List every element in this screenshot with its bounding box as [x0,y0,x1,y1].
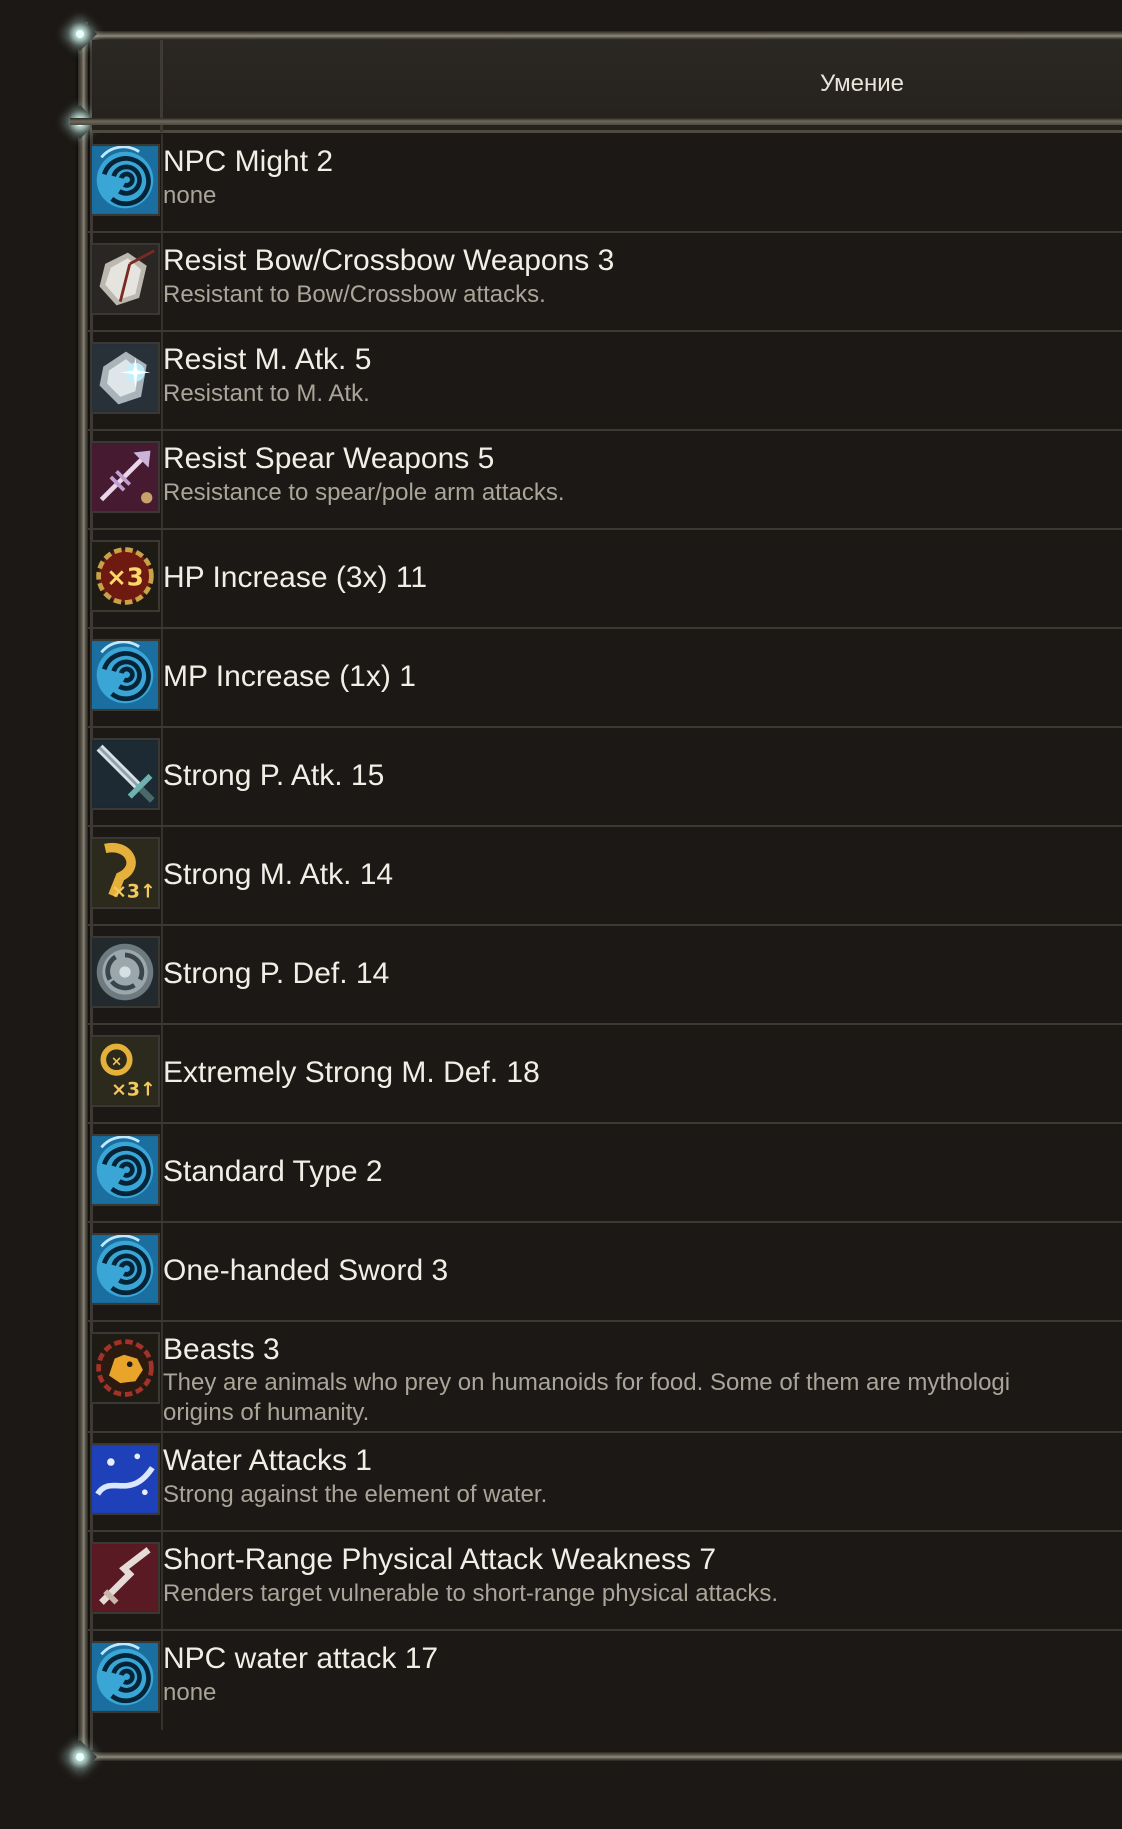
skill-name: Standard Type 2 [163,1155,383,1188]
skill-description: none [163,1679,217,1706]
skill-description: Resistance to spear/pole arm attacks. [163,479,565,506]
gold-x3-up-icon: ×3↑ [90,837,160,909]
skill-description: They are animals who prey on humanoids f… [163,1369,1011,1396]
shield-magic-icon [90,342,160,414]
skill-name: Strong P. Def. 14 [163,957,390,990]
skill-description: Strong against the element of water. [163,1481,548,1508]
round-shield-icon [90,936,160,1008]
spear-icon [90,441,160,513]
skill-name: Beasts 3 [163,1333,280,1366]
svg-text:×3: ×3 [106,562,144,591]
skill-description-continued: origins of humanity. [163,1399,370,1426]
sword-icon [90,738,160,810]
skill-row[interactable]: MP Increase (1x) 1 [88,629,1122,728]
skill-name: MP Increase (1x) 1 [163,660,416,693]
shield-arrow-icon [90,243,160,315]
skill-name: Resist M. Atk. 5 [163,343,372,376]
frame-ornament-icon [58,1735,102,1779]
frame-top-border [70,31,1122,40]
skill-name: NPC water attack 17 [163,1642,439,1675]
broken-blade-icon [90,1542,160,1614]
skill-description: Resistant to Bow/Crossbow attacks. [163,281,546,308]
skill-row[interactable]: Resist Spear Weapons 5 Resistance to spe… [88,431,1122,530]
skill-row[interactable]: Beasts 3 They are animals who prey on hu… [88,1322,1122,1433]
skill-window: Умение NPC Might 2 none Resist Bow/Cross… [0,0,1122,1829]
skill-name: Strong M. Atk. 14 [163,858,394,891]
skill-name: Strong P. Atk. 15 [163,759,385,792]
skill-description: Resistant to M. Atk. [163,380,370,407]
skill-row[interactable]: Resist M. Atk. 5 Resistant to M. Atk. [88,332,1122,431]
skill-row[interactable]: Resist Bow/Crossbow Weapons 3 Resistant … [88,233,1122,332]
skill-row[interactable]: NPC water attack 17 none [88,1631,1122,1730]
column-header-skill[interactable]: Умение [820,70,904,98]
skill-name: Short-Range Physical Attack Weakness 7 [163,1543,717,1576]
beast-emblem-icon [90,1332,160,1404]
skill-row[interactable]: × ×3↑ Extremely Strong M. Def. 18 [88,1025,1122,1124]
blue-vortex-icon [90,144,160,216]
blue-vortex-icon [90,1233,160,1305]
skill-name: Water Attacks 1 [163,1444,372,1477]
skill-row[interactable]: Water Attacks 1 Strong against the eleme… [88,1433,1122,1532]
x3-gold-emblem-icon: ×3 [90,540,160,612]
gold-x3-up-icon: × ×3↑ [90,1035,160,1107]
skill-name: HP Increase (3x) 11 [163,561,428,594]
svg-text:×3↑: ×3↑ [111,1080,156,1101]
water-icon [90,1443,160,1515]
skill-description: none [163,182,217,209]
blue-vortex-icon [90,1134,160,1206]
blue-vortex-icon [90,639,160,711]
skill-row[interactable]: One-handed Sword 3 [88,1223,1122,1322]
skill-name: Resist Spear Weapons 5 [163,442,495,475]
frame-bottom-border [70,1752,1122,1761]
skill-description: Renders target vulnerable to short-range… [163,1580,778,1607]
header-band [70,118,1122,125]
skill-row[interactable]: Short-Range Physical Attack Weakness 7 R… [88,1532,1122,1631]
svg-text:×3↑: ×3↑ [111,882,156,903]
skill-list: NPC Might 2 none Resist Bow/Crossbow Wea… [88,134,1122,1730]
skill-row[interactable]: NPC Might 2 none [88,134,1122,233]
skill-name: Resist Bow/Crossbow Weapons 3 [163,244,615,277]
skill-name: Extremely Strong M. Def. 18 [163,1056,540,1089]
blue-vortex-icon [90,1641,160,1713]
skill-row[interactable]: Strong P. Def. 14 [88,926,1122,1025]
skill-name: One-handed Sword 3 [163,1254,449,1287]
skill-row[interactable]: Strong P. Atk. 15 [88,728,1122,827]
skill-row[interactable]: ×3 HP Increase (3x) 11 [88,530,1122,629]
skill-name: NPC Might 2 [163,145,334,178]
skill-row[interactable]: Standard Type 2 [88,1124,1122,1223]
svg-text:×: × [111,1054,122,1069]
frame-left-border [78,22,88,1762]
skill-row[interactable]: ×3↑ Strong M. Atk. 14 [88,827,1122,926]
